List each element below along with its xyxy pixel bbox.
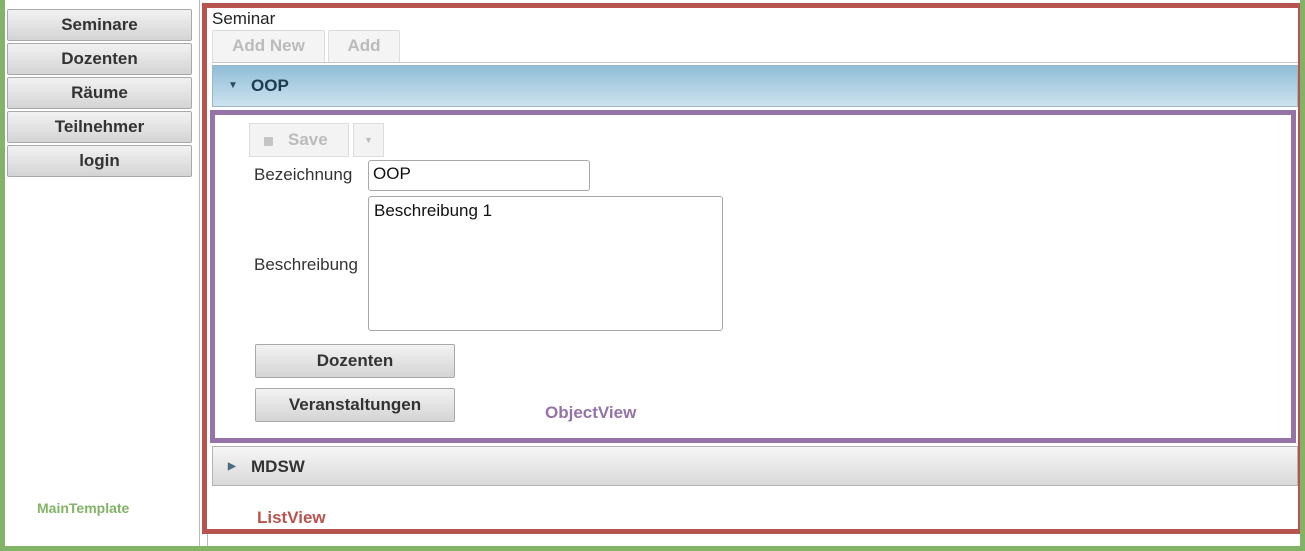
add-button[interactable]: Add <box>328 30 400 62</box>
chevron-down-icon: ▼ <box>364 135 373 145</box>
nav-login-button[interactable]: login <box>7 145 192 177</box>
nav-teilnehmer-button[interactable]: Teilnehmer <box>7 111 192 143</box>
list-view-label: ListView <box>257 508 326 527</box>
accordion-item-label: OOP <box>251 76 289 95</box>
sidebar-divider <box>199 0 200 551</box>
add-new-button[interactable]: Add New <box>212 30 325 62</box>
main-template-label: MainTemplate <box>37 500 130 516</box>
accordion-item-label: MDSW <box>251 457 305 476</box>
accordion-item-mdsw[interactable]: ▶ MDSW <box>212 446 1298 486</box>
veranstaltungen-button[interactable]: Veranstaltungen <box>255 388 455 422</box>
object-view-label: ObjectView <box>545 403 637 422</box>
list-title: Seminar <box>212 9 276 28</box>
main-template-frame-edge <box>1300 0 1305 551</box>
save-button-label: Save <box>288 130 328 149</box>
nav-dozenten-button[interactable]: Dozenten <box>7 43 192 75</box>
caret-down-icon: ▼ <box>228 80 238 91</box>
nav-seminare-button[interactable]: Seminare <box>7 9 192 41</box>
beschreibung-textarea[interactable]: Beschreibung 1 <box>368 196 723 331</box>
save-button[interactable]: Save <box>249 123 349 157</box>
beschreibung-label: Beschreibung <box>254 255 358 274</box>
caret-right-icon: ▶ <box>228 461 236 472</box>
bezeichnung-input[interactable]: OOP <box>368 160 590 191</box>
nav-raeume-button[interactable]: Räume <box>7 77 192 109</box>
tab-divider <box>212 62 1298 63</box>
dozenten-button[interactable]: Dozenten <box>255 344 455 378</box>
floppy-disk-icon <box>264 137 273 146</box>
save-dropdown-button[interactable]: ▼ <box>353 123 384 157</box>
bezeichnung-label: Bezeichnung <box>254 165 353 184</box>
accordion-item-oop[interactable]: ▼ OOP <box>212 65 1298 107</box>
sidebar-divider <box>207 530 208 551</box>
